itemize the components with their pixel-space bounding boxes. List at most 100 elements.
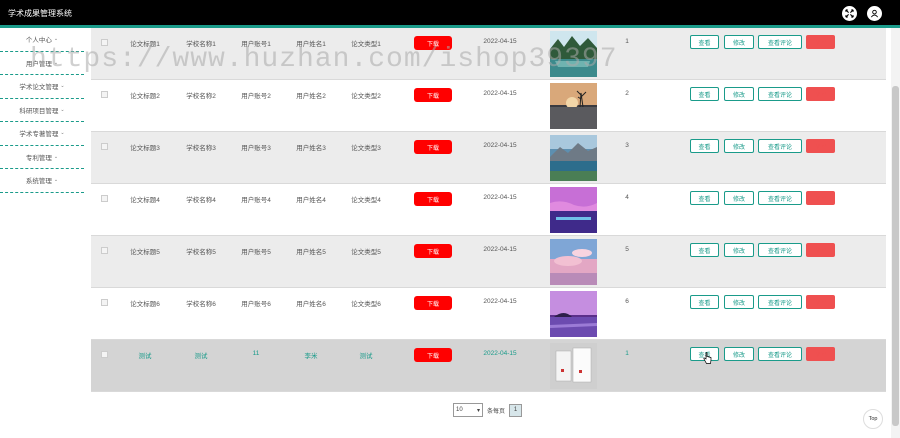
cell-count: 4 <box>625 194 629 201</box>
cell-account: 用户账号6 <box>241 301 271 308</box>
table-row: 论文标题1 学校名称1 用户账号1 用户姓名1 论文类型1 下载 2022-04-15 1 查看… <box>91 28 886 80</box>
hand-cursor-icon <box>703 352 712 364</box>
paper-thumbnail <box>550 135 597 181</box>
sidebar-item-user-management[interactable]: 用户管理 ⌄ <box>0 52 84 75</box>
download-button[interactable]: 下载 <box>414 140 452 154</box>
cell-count: 2 <box>625 90 629 97</box>
download-button[interactable]: 下载 <box>414 192 452 206</box>
row-checkbox[interactable] <box>101 91 108 98</box>
delete-button[interactable]: 删除 <box>806 347 835 361</box>
view-comments-button[interactable]: 查看评论 <box>758 87 802 101</box>
row-checkbox[interactable] <box>101 351 108 358</box>
table-row: 测试 测试 11 李米 测试 下载 2022-04-15 1 查看 修改 查看评论 删除 <box>91 340 886 392</box>
row-checkbox[interactable] <box>101 195 108 202</box>
download-button[interactable]: 下载 <box>414 244 452 258</box>
row-checkbox[interactable] <box>101 143 108 150</box>
delete-button[interactable]: 删除 <box>806 295 835 309</box>
sidebar: 个人中心 ⌄ 用户管理 ⌄ 学术论文管理 ⌄ 科研项目管理 ⌄ 学术专著管理 ⌄ 专利管理… <box>0 28 84 438</box>
cell-date: 2022-04-15 <box>483 142 517 149</box>
user-avatar-icon[interactable] <box>867 6 882 21</box>
edit-button[interactable]: 修改 <box>724 347 754 361</box>
cell-date: 2022-04-15 <box>483 38 517 45</box>
view-button[interactable]: 查看 <box>690 191 719 205</box>
cell-count: 3 <box>625 142 629 149</box>
paper-thumbnail <box>550 83 597 129</box>
cell-name: 用户姓名3 <box>296 145 326 152</box>
cell-type: 论文类型3 <box>351 145 381 152</box>
cell-date: 2022-04-15 <box>483 90 517 97</box>
download-button[interactable]: 下载 <box>414 296 452 310</box>
view-comments-button[interactable]: 查看评论 <box>758 139 802 153</box>
chevron-down-icon: ⌄ <box>60 106 65 113</box>
chevron-down-icon: ⌄ <box>53 177 59 184</box>
paper-table: 论文标题1 学校名称1 用户账号1 用户姓名1 论文类型1 下载 2022-04-15 1 查看… <box>91 28 886 438</box>
view-comments-button[interactable]: 查看评论 <box>758 35 802 49</box>
sidebar-item-system-management[interactable]: 系统管理 ⌄ <box>0 169 84 193</box>
cell-title: 论文标题3 <box>130 145 160 152</box>
table-row: 论文标题5 学校名称5 用户账号5 用户姓名5 论文类型5 下载 2022-04-15 5 查看… <box>91 236 886 288</box>
paper-thumbnail <box>550 291 597 337</box>
edit-button[interactable]: 修改 <box>724 295 754 309</box>
cell-type: 论文类型5 <box>351 249 381 256</box>
view-comments-button[interactable]: 查看评论 <box>758 347 802 361</box>
page-number-button[interactable]: 1 <box>509 403 523 417</box>
scrollbar[interactable] <box>891 28 900 438</box>
cell-name: 用户姓名1 <box>296 41 326 48</box>
cell-account: 用户账号1 <box>241 41 271 48</box>
table-row: 论文标题4 学校名称4 用户账号4 用户姓名4 论文类型4 下载 2022-04-15 4 查看… <box>91 184 886 236</box>
row-checkbox[interactable] <box>101 299 108 306</box>
sidebar-item-project-management[interactable]: 科研项目管理 ⌄ <box>0 99 84 122</box>
cell-account: 用户账号4 <box>241 197 271 204</box>
cell-type: 论文类型6 <box>351 301 381 308</box>
edit-button[interactable]: 修改 <box>724 243 754 257</box>
row-checkbox[interactable] <box>101 39 108 46</box>
paper-thumbnail <box>550 239 597 285</box>
cell-type: 测试 <box>359 353 373 360</box>
edit-button[interactable]: 修改 <box>724 87 754 101</box>
chevron-down-icon: ⌄ <box>53 36 59 43</box>
cell-school: 学校名称6 <box>186 301 216 308</box>
top-bar: 学术成果管理系统 <box>0 0 900 25</box>
delete-button[interactable]: 删除 <box>806 35 835 49</box>
edit-button[interactable]: 修改 <box>724 35 754 49</box>
cell-title: 论文标题4 <box>130 197 160 204</box>
sidebar-item-patent-management[interactable]: 专利管理 ⌄ <box>0 146 84 169</box>
cell-name: 用户姓名6 <box>296 301 326 308</box>
view-comments-button[interactable]: 查看评论 <box>758 295 802 309</box>
page-size-select[interactable]: 10 ▾ <box>453 403 483 417</box>
cell-school: 学校名称3 <box>186 145 216 152</box>
fullscreen-icon[interactable] <box>842 6 857 21</box>
edit-button[interactable]: 修改 <box>724 191 754 205</box>
row-checkbox[interactable] <box>101 247 108 254</box>
chevron-down-icon: ⌄ <box>53 153 59 160</box>
delete-button[interactable]: 删除 <box>806 191 835 205</box>
delete-button[interactable]: 删除 <box>806 139 835 153</box>
download-button[interactable]: 下载 <box>414 36 452 50</box>
view-button[interactable]: 查看 <box>690 87 719 101</box>
view-comments-button[interactable]: 查看评论 <box>758 191 802 205</box>
app-title: 学术成果管理系统 <box>8 9 72 18</box>
cell-name: 用户姓名2 <box>296 93 326 100</box>
scrollbar-thumb[interactable] <box>892 86 899 426</box>
edit-button[interactable]: 修改 <box>724 139 754 153</box>
cell-type: 论文类型4 <box>351 197 381 204</box>
cell-title: 论文标题2 <box>130 93 160 100</box>
cell-school: 学校名称4 <box>186 197 216 204</box>
view-button[interactable]: 查看 <box>690 139 719 153</box>
sidebar-item-paper-management[interactable]: 学术论文管理 ⌄ <box>0 75 84 99</box>
cell-date: 2022-04-15 <box>483 246 517 253</box>
view-button[interactable]: 查看 <box>690 35 719 49</box>
sidebar-item-personal-center[interactable]: 个人中心 ⌄ <box>0 28 84 52</box>
delete-button[interactable]: 删除 <box>806 243 835 257</box>
download-button[interactable]: 下载 <box>414 88 452 102</box>
table-row: 论文标题2 学校名称2 用户账号2 用户姓名2 论文类型2 下载 2022-04-15 2 查看… <box>91 80 886 132</box>
delete-button[interactable]: 删除 <box>806 87 835 101</box>
cell-school: 测试 <box>194 353 208 360</box>
view-button[interactable]: 查看 <box>690 243 719 257</box>
cell-type: 论文类型2 <box>351 93 381 100</box>
download-button[interactable]: 下载 <box>414 348 452 362</box>
back-to-top-button[interactable]: Top <box>863 409 883 429</box>
view-comments-button[interactable]: 查看评论 <box>758 243 802 257</box>
sidebar-item-monograph-management[interactable]: 学术专著管理 ⌄ <box>0 122 84 146</box>
view-button[interactable]: 查看 <box>690 295 719 309</box>
